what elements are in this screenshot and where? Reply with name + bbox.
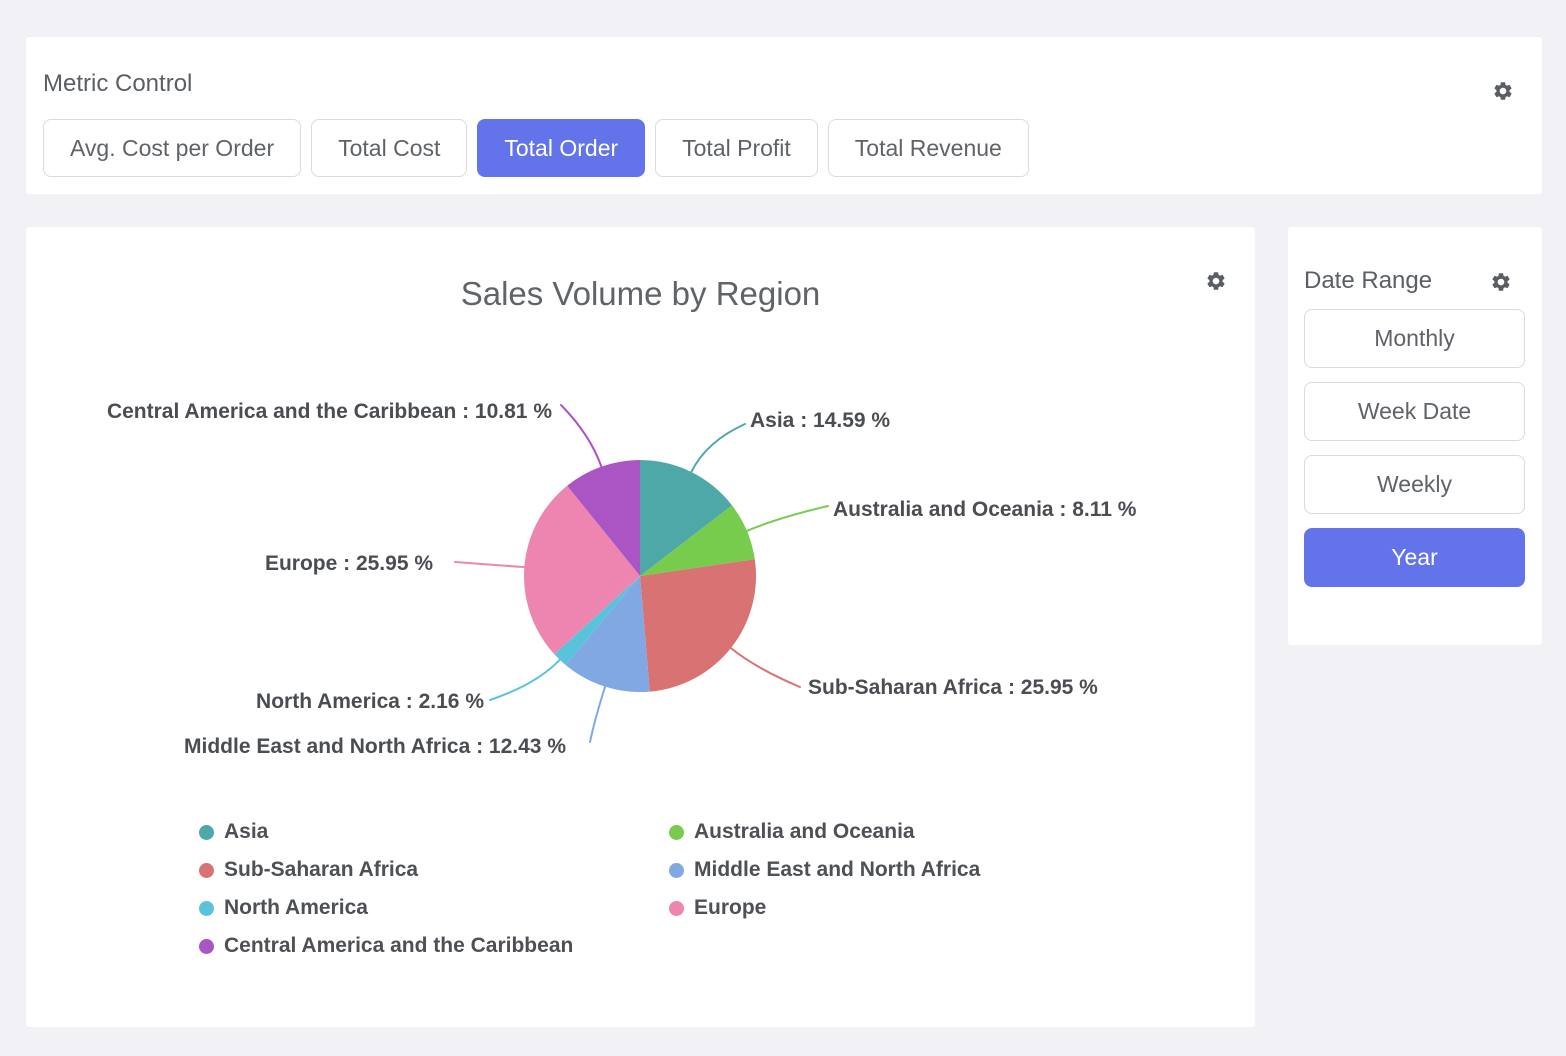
metric-control-title: Metric Control [43, 70, 192, 98]
gear-icon[interactable] [1492, 80, 1514, 102]
metric-button-total-cost[interactable]: Total Cost [311, 119, 467, 177]
date-range-title: Date Range [1304, 267, 1432, 295]
legend-label: Sub-Saharan Africa [224, 859, 418, 881]
date-range-buttons: Monthly Week Date Weekly Year [1304, 309, 1525, 587]
pie-leader-line-central-america-and-the-caribbean [561, 405, 601, 467]
pie-callout-sub-saharan-africa: Sub-Saharan Africa : 25.95 % [808, 675, 1098, 701]
metric-button-avg-cost-per-order[interactable]: Avg. Cost per Order [43, 119, 301, 177]
legend-label: North America [224, 897, 368, 919]
pie-leader-line-sub-saharan-africa [731, 648, 800, 687]
date-button-week-date[interactable]: Week Date [1304, 382, 1525, 441]
legend-swatch-europe [669, 901, 684, 916]
metric-button-total-profit[interactable]: Total Profit [655, 119, 818, 177]
pie-leader-line-north-america [490, 660, 560, 700]
legend-swatch-middle-east-and-north-africa [669, 863, 684, 878]
legend-item-north-america[interactable]: North America [199, 897, 368, 919]
pie-callout-north-america: North America : 2.16 % [256, 689, 484, 715]
metric-button-total-order[interactable]: Total Order [477, 119, 645, 177]
sales-volume-chart-panel: Sales Volume by Region Asia : 14.59 %Aus… [26, 227, 1255, 1027]
metric-control-panel: Metric Control Avg. Cost per OrderTotal … [26, 37, 1542, 194]
pie-callout-central-america-and-the-caribbean: Central America and the Caribbean : 10.8… [107, 399, 552, 425]
legend-label: Australia and Oceania [694, 821, 915, 843]
legend-swatch-australia-and-oceania [669, 825, 684, 840]
pie-callout-asia: Asia : 14.59 % [750, 408, 890, 434]
legend-swatch-central-america-and-the-caribbean [199, 939, 214, 954]
legend-label: Middle East and North Africa [694, 859, 980, 881]
legend-item-sub-saharan-africa[interactable]: Sub-Saharan Africa [199, 859, 418, 881]
legend-swatch-sub-saharan-africa [199, 863, 214, 878]
date-button-year[interactable]: Year [1304, 528, 1525, 587]
legend-item-middle-east-and-north-africa[interactable]: Middle East and North Africa [669, 859, 980, 881]
date-range-panel: Date Range Monthly Week Date Weekly Year [1288, 227, 1542, 645]
metric-button-total-revenue[interactable]: Total Revenue [828, 119, 1029, 177]
pie-callout-middle-east-and-north-africa: Middle East and North Africa : 12.43 % [184, 734, 566, 760]
pie-callout-australia-and-oceania: Australia and Oceania : 8.11 % [833, 497, 1136, 523]
pie-slice-sub-saharan-africa[interactable] [640, 559, 756, 691]
legend-item-asia[interactable]: Asia [199, 821, 268, 843]
pie-leader-line-middle-east-and-north-africa [590, 687, 605, 742]
pie-leader-line-australia-and-oceania [747, 506, 828, 531]
date-button-monthly[interactable]: Monthly [1304, 309, 1525, 368]
legend-label: Central America and the Caribbean [224, 935, 573, 957]
date-button-weekly[interactable]: Weekly [1304, 455, 1525, 514]
pie-callout-europe: Europe : 25.95 % [265, 551, 433, 577]
dashboard-page: Metric Control Avg. Cost per OrderTotal … [0, 0, 1566, 1056]
legend-item-europe[interactable]: Europe [669, 897, 766, 919]
metric-buttons-row: Avg. Cost per OrderTotal CostTotal Order… [43, 119, 1029, 177]
legend-item-australia-and-oceania[interactable]: Australia and Oceania [669, 821, 915, 843]
legend-label: Europe [694, 897, 766, 919]
pie-leader-line-asia [691, 424, 745, 472]
legend-label: Asia [224, 821, 268, 843]
gear-icon[interactable] [1490, 271, 1512, 293]
pie-leader-line-europe [455, 562, 524, 567]
legend-item-central-america-and-the-caribbean[interactable]: Central America and the Caribbean [199, 935, 573, 957]
legend-swatch-asia [199, 825, 214, 840]
legend-swatch-north-america [199, 901, 214, 916]
